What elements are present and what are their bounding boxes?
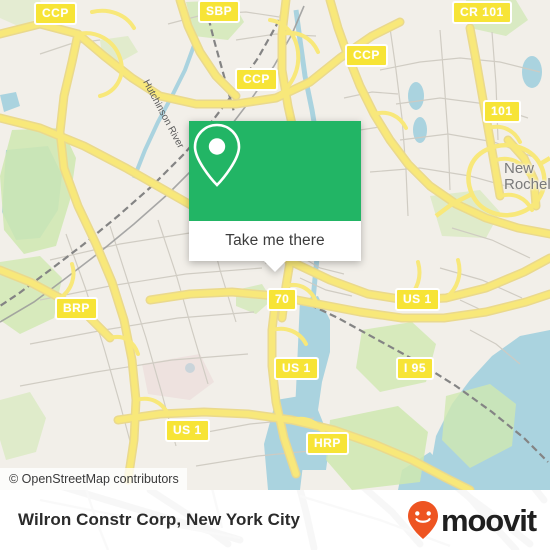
take-me-there-button[interactable]: Take me there: [225, 232, 325, 250]
road-shield[interactable]: US 1: [165, 419, 210, 442]
moovit-wordmark: moovit: [440, 502, 537, 538]
road-shield[interactable]: CR 101: [452, 1, 512, 24]
road-shield[interactable]: I 95: [396, 357, 435, 380]
location-popup-card[interactable]: Take me there: [189, 121, 361, 272]
moovit-logo[interactable]: moovit: [406, 500, 537, 540]
footer-bar: Wilron Constr Corp, New York City moovit: [0, 490, 550, 550]
city-label-line2: Rochelle: [504, 175, 550, 193]
road-shield[interactable]: CCP: [345, 44, 388, 67]
map-pin-icon: [193, 123, 241, 187]
road-shield[interactable]: 101: [483, 100, 521, 123]
popup-action-area[interactable]: Take me there: [189, 221, 361, 272]
moovit-smiley-pin-icon: [407, 501, 438, 539]
city-label-line1: New: [504, 160, 535, 177]
road-shield[interactable]: SBP: [198, 0, 241, 23]
osm-attribution-text: © OpenStreetMap contributors: [9, 472, 179, 486]
road-shield[interactable]: HRP: [306, 432, 349, 455]
osm-attribution[interactable]: © OpenStreetMap contributors: [0, 468, 187, 490]
road-shield[interactable]: CCP: [235, 68, 278, 91]
road-shield[interactable]: 70: [267, 288, 298, 311]
road-shield[interactable]: US 1: [395, 288, 440, 311]
road-shield[interactable]: BRP: [55, 297, 98, 320]
road-shield[interactable]: US 1: [274, 357, 319, 380]
footer-place-title: Wilron Constr Corp, New York City: [18, 510, 301, 529]
map-screenshot: CCP SBP CR 101 CCP CCP 101 70 US 1 BRP U…: [0, 0, 550, 550]
popup-icon-area: [189, 121, 361, 221]
city-label-new-rochelle: New Rochelle: [504, 161, 550, 193]
road-shield[interactable]: CCP: [34, 2, 77, 25]
map-canvas[interactable]: CCP SBP CR 101 CCP CCP 101 70 US 1 BRP U…: [0, 0, 550, 490]
popup-tail: [264, 261, 286, 272]
